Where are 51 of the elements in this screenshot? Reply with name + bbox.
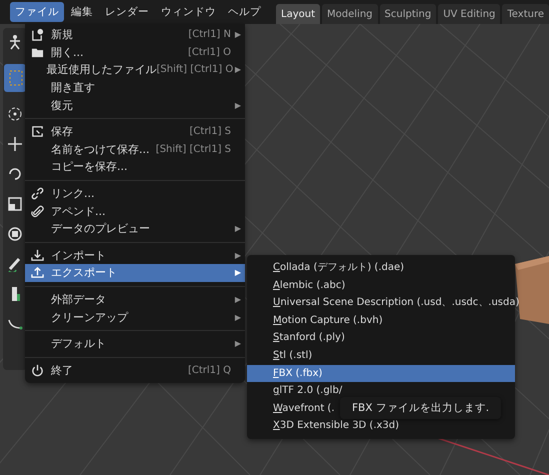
menu-entry[interactable]: Motion Capture (.bvh) (247, 312, 515, 330)
transform-icon[interactable] (7, 226, 23, 242)
menu-entry[interactable]: インポート ▶ (25, 246, 245, 264)
menu-entry[interactable]: 開く... [Ctrl1] O (25, 44, 245, 62)
save-icon (31, 125, 44, 138)
menu-entry[interactable]: コピーを保存... (25, 158, 245, 176)
import-icon (31, 248, 44, 262)
paperclip-icon (31, 204, 44, 218)
crosshair-icon[interactable] (7, 106, 23, 122)
new-file-icon (31, 28, 44, 42)
menu-entry[interactable]: アペンド... (25, 202, 245, 220)
menu-item[interactable]: レンダー (100, 2, 154, 22)
pencil-icon[interactable] (7, 256, 23, 272)
workspace-tab[interactable]: UV Editing (438, 4, 500, 24)
menu-entry[interactable]: エクスポート ▶ (25, 264, 245, 282)
menu-entry[interactable]: X3D Extensible 3D (.x3d) (247, 417, 515, 435)
menu-entry[interactable]: 最近使用したファイル[Shift] [Ctrl1] O ▶ (25, 61, 245, 79)
menu-entry[interactable]: 復元 ▶ (25, 96, 245, 114)
power-icon (31, 364, 44, 377)
menu-entry[interactable]: Alembic (.abc) (247, 276, 515, 294)
tooltip: FBX ファイルを出力します. (340, 397, 502, 419)
figure-icon[interactable] (7, 34, 23, 50)
link-icon (31, 187, 44, 200)
menu-entry[interactable]: glTF 2.0 (.glb/ (247, 382, 515, 400)
workspace-tab[interactable]: Layout (276, 4, 320, 24)
menu-item[interactable]: 編集 (66, 2, 98, 22)
menu-entry[interactable]: Collada (デフォルト) (.dae) (247, 259, 515, 277)
menu-entry[interactable]: リンク... (25, 184, 245, 202)
menu-item[interactable]: ウィンドウ (156, 2, 222, 22)
workspace-tab[interactable]: Modeling (322, 4, 378, 24)
workspace-tab[interactable]: Sculpting (380, 4, 436, 24)
cursor-tool-icon[interactable] (4, 64, 26, 92)
menu-entry[interactable]: 終了 [Ctrl1] Q (25, 362, 245, 380)
menu-entry[interactable]: Stanford (.ply) (247, 329, 515, 347)
menu-entry[interactable]: 保存 [Ctrl1] S (25, 122, 245, 141)
menu-entry[interactable]: クリーンアップ ▶ (25, 308, 245, 326)
menu-entry[interactable]: Stl (.stl) (247, 346, 515, 365)
rotate-icon[interactable] (7, 166, 23, 182)
workspace-tab[interactable]: Texture (502, 4, 549, 24)
menu-entry[interactable]: デフォルト ▶ (25, 334, 245, 352)
scale-icon[interactable] (7, 196, 23, 212)
move-icon[interactable] (7, 136, 23, 152)
menu-item[interactable]: ファイル (10, 2, 64, 22)
menu-entry[interactable]: 開き直す (25, 78, 245, 96)
menu-entry[interactable]: FBX (.fbx) (247, 364, 515, 382)
menu-entry[interactable]: 外部データ ▶ (25, 290, 245, 308)
menu-item[interactable]: ヘルプ (223, 2, 266, 22)
menu-entry[interactable]: 新規 [Ctrl1] N ▶ (25, 26, 245, 44)
export-icon (31, 266, 44, 280)
menu-entry[interactable]: データのプレビュー ▶ (25, 220, 245, 238)
menu-entry[interactable]: 名前をつけて保存... [Shift] [Ctrl1] S (25, 140, 245, 158)
